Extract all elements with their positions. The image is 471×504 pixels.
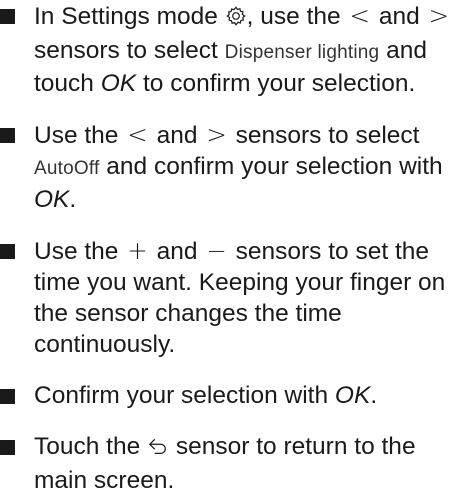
step-text: to confirm your selection. [142,70,416,97]
greater-than-symbol: > [206,120,227,149]
step-text: In Settings mode [34,3,218,30]
step-text: sensors to select [235,122,420,149]
bullet [0,244,15,259]
step-4: Confirm your selection with OK. [0,380,471,411]
step-text: and [378,3,420,30]
less-than-symbol: < [127,120,148,149]
instruction-list: In Settings mode , use the < and > senso… [0,0,471,496]
step-5: Touch the sensor to return to the main s… [0,431,471,496]
step-3: Use the + and − sensors to set the time … [0,235,471,360]
step-text: Confirm your selection with [34,382,329,409]
step-text: , use the [246,3,341,30]
step-2: Use the < and > sensors to select AutoOf… [0,119,471,215]
step-text: and [156,122,198,149]
ok-label: OK [100,70,137,97]
bullet [0,389,15,404]
step-text: and confirm your selection with [106,153,443,180]
step-text: and [156,238,198,265]
step-text: Use the [34,238,119,265]
gear-icon [225,4,247,35]
step-text: . [370,382,378,409]
greater-than-symbol: > [428,1,450,30]
minus-symbol: − [206,236,227,265]
less-than-symbol: < [349,1,370,30]
step-text: . [69,186,77,213]
plus-symbol: + [127,236,148,265]
display-text: Dispenser lighting [224,42,380,63]
bullet [0,128,15,143]
step-text: Use the [34,122,119,149]
bullet [0,440,15,455]
back-arrow-icon [147,434,169,465]
bullet [0,9,15,24]
ok-label: OK [34,186,70,213]
step-text: sensors to select [34,37,218,64]
ok-label: OK [334,382,371,409]
step-text: Touch the [34,433,141,460]
display-text: AutoOff [34,158,100,179]
step-1: In Settings mode , use the < and > senso… [0,0,471,99]
